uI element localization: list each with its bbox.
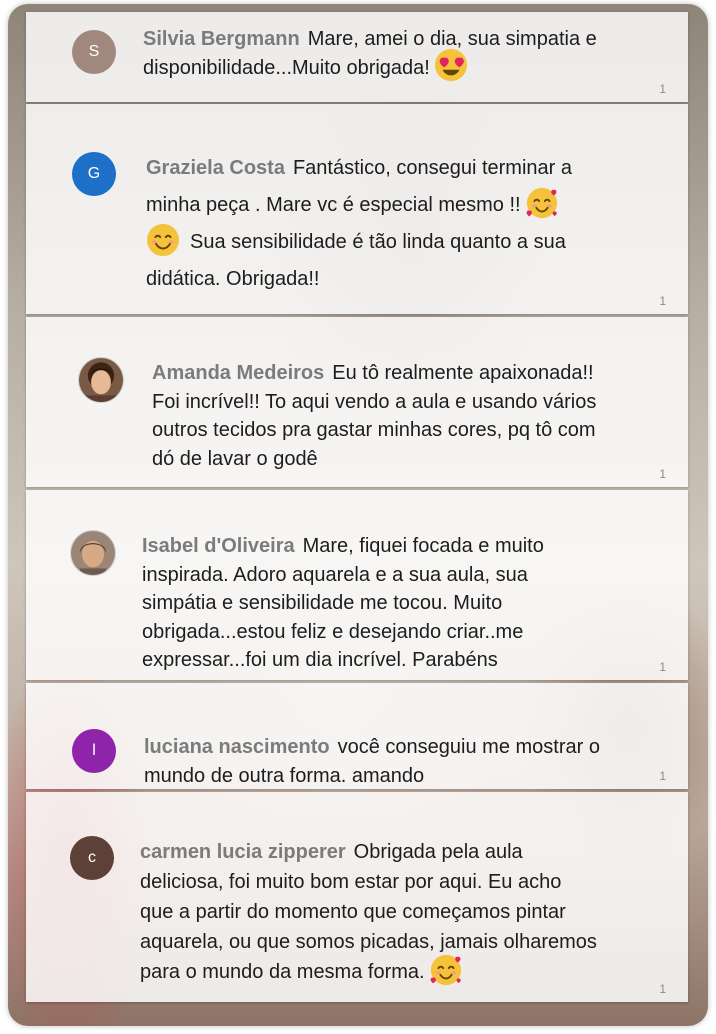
comment-line: Sua sensibilidade é tão linda quanto a s…: [190, 231, 566, 253]
comment-line: simpátia e sensibilidade me tocou. Muito: [142, 592, 503, 614]
profile-photo-icon: [79, 358, 123, 402]
comment-line: Foi incrível!! To aqui vendo a aula e us…: [152, 390, 597, 413]
comment-line: dó de lavar o godê: [152, 447, 318, 470]
comment-line: mundo de outra forma. amando: [144, 764, 425, 787]
avatar-initial: l: [92, 742, 96, 759]
comment-line: Fantástico, consegui terminar a: [292, 157, 572, 179]
comment-author[interactable]: carmen lucia zipperer: [140, 841, 346, 863]
smile-emoji-icon: [146, 223, 180, 257]
avatar-initial: S: [88, 43, 100, 60]
comment-author[interactable]: Silvia Bergmann: [143, 28, 300, 50]
like-count: 1: [659, 769, 666, 783]
like-count: 1: [659, 294, 666, 308]
comment-card: S Silvia Bergmann Mare, amei o dia, sua s…: [26, 12, 688, 102]
comment-text: Graziela Costa Fantástico, consegui termi…: [146, 150, 572, 298]
comment-author[interactable]: Amanda Medeiros: [152, 362, 324, 384]
like-count: 1: [659, 982, 666, 996]
comment-author[interactable]: Graziela Costa: [146, 157, 285, 179]
comment-line: expressar...foi um dia incrível. Parabén…: [142, 649, 498, 671]
comment-line: Mare, fiquei focada e muito: [302, 535, 544, 557]
comment-card: G Graziela Costa Fantástico, consegui ter…: [26, 104, 688, 314]
comment-card: l luciana nascimento você conseguiu me mo…: [26, 683, 688, 789]
avatar[interactable]: S: [72, 30, 116, 74]
smiling-face-with-hearts-emoji-icon: [429, 953, 463, 987]
avatar[interactable]: [78, 357, 124, 403]
comment-line: Obrigada pela aula: [353, 841, 523, 863]
comment-line: minha peça . Mare vc é especial mesmo !!: [146, 194, 521, 216]
smiling-face-with-hearts-emoji-icon: [525, 186, 559, 220]
comment-line: Mare, amei o dia, sua simpatia e: [307, 28, 597, 50]
comment-text: Silvia Bergmann Mare, amei o dia, sua sim…: [143, 25, 597, 82]
avatar[interactable]: [70, 530, 116, 576]
comment-card: c carmen lucia zipperer Obrigada pela aul…: [26, 792, 688, 1002]
comment-line: você conseguiu me mostrar o: [337, 736, 600, 758]
comments-screenshot: S Silvia Bergmann Mare, amei o dia, sua s…: [8, 4, 708, 1026]
like-count: 1: [659, 660, 666, 674]
comment-author[interactable]: Isabel d'Oliveira: [142, 535, 295, 557]
avatar[interactable]: l: [72, 729, 116, 773]
comment-text: luciana nascimento você conseguiu me most…: [144, 733, 600, 790]
avatar-initial: c: [88, 849, 96, 866]
comment-line: que a partir do momento que começamos pi…: [140, 901, 566, 923]
avatar[interactable]: c: [70, 836, 114, 880]
comment-text: Isabel d'Oliveira Mare, fiquei focada e m…: [142, 532, 544, 675]
comment-line: para o mundo da mesma forma.: [140, 961, 425, 983]
profile-photo-icon: [71, 531, 115, 575]
comment-author[interactable]: luciana nascimento: [144, 736, 330, 758]
heart-eyes-emoji-icon: [434, 48, 468, 82]
comment-line: Eu tô realmente apaixonada!!: [332, 362, 594, 384]
comment-line: obrigada...estou feliz e desejando criar…: [142, 620, 524, 643]
comment-card: Amanda Medeiros Eu tô realmente apaixonad…: [26, 317, 688, 487]
avatar-initial: G: [87, 165, 101, 182]
comment-line: disponibilidade...Muito obrigada!: [143, 56, 430, 79]
comment-line: outros tecidos pra gastar minhas cores, …: [152, 419, 596, 441]
comment-line: deliciosa, foi muito bom estar por aqui.…: [140, 871, 562, 893]
comment-text: carmen lucia zipperer Obrigada pela aula …: [140, 837, 597, 987]
comment-line: aquarela, ou que somos picadas, jamais o…: [140, 931, 597, 953]
comment-line: didática. Obrigada!!: [146, 268, 320, 290]
avatar[interactable]: G: [72, 152, 116, 196]
comment-card: Isabel d'Oliveira Mare, fiquei focada e m…: [26, 490, 688, 680]
like-count: 1: [659, 82, 666, 96]
comment-text: Amanda Medeiros Eu tô realmente apaixonad…: [152, 359, 596, 473]
like-count: 1: [659, 467, 666, 481]
comment-line: inspirada. Adoro aquarela e a sua aula, …: [142, 563, 528, 586]
